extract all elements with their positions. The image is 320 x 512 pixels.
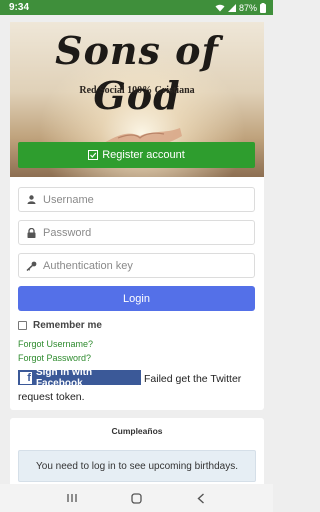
back-icon[interactable] <box>194 491 208 505</box>
forgot-username-link[interactable]: Forgot Username? <box>18 339 93 349</box>
navigation-bar <box>0 484 273 512</box>
facebook-signin-button[interactable]: f Sign in with Facebook <box>18 367 141 389</box>
remember-me[interactable]: Remember me <box>18 320 102 331</box>
login-button[interactable]: Login <box>18 286 255 311</box>
facebook-icon: f <box>20 371 32 384</box>
banner-image: Sons of God Red Social 100% Cristiana Re… <box>10 22 264 177</box>
auth-key-input[interactable] <box>43 259 243 272</box>
remember-me-checkbox[interactable] <box>18 321 27 330</box>
birthdays-title: Cumpleaños <box>111 426 163 436</box>
status-time: 9:34 <box>9 2 30 13</box>
birthdays-card: Cumpleaños You need to log in to see upc… <box>10 418 264 488</box>
forgot-password-link[interactable]: Forgot Password? <box>18 353 91 363</box>
lock-icon <box>19 227 43 238</box>
user-icon <box>19 195 43 204</box>
battery-icon <box>260 2 266 13</box>
key-icon <box>19 261 43 271</box>
register-account-label: Register account <box>102 149 185 161</box>
login-card: Sons of God Red Social 100% Cristiana Re… <box>10 22 264 410</box>
remember-me-label: Remember me <box>33 320 102 331</box>
password-field[interactable] <box>18 220 255 245</box>
recent-apps-icon[interactable] <box>65 491 79 505</box>
password-input[interactable] <box>43 226 243 239</box>
wifi-icon <box>215 4 225 11</box>
banner-title: Sons of God <box>55 28 219 118</box>
banner-subtitle: Red Social 100% Cristiana <box>79 85 195 96</box>
status-icons: 87% <box>215 2 266 13</box>
status-bar: 9:34 87% <box>0 0 273 15</box>
home-icon[interactable] <box>129 491 143 505</box>
username-field[interactable] <box>18 187 255 212</box>
facebook-signin-label: Sign in with Facebook <box>35 366 93 389</box>
signal-icon <box>227 3 236 12</box>
register-account-button[interactable]: Register account <box>18 142 255 168</box>
birthdays-message: You need to log in to see upcoming birth… <box>18 450 256 482</box>
username-input[interactable] <box>43 193 243 206</box>
auth-key-field[interactable] <box>18 253 255 278</box>
battery-percent: 87% <box>238 2 257 13</box>
check-icon <box>88 150 99 160</box>
